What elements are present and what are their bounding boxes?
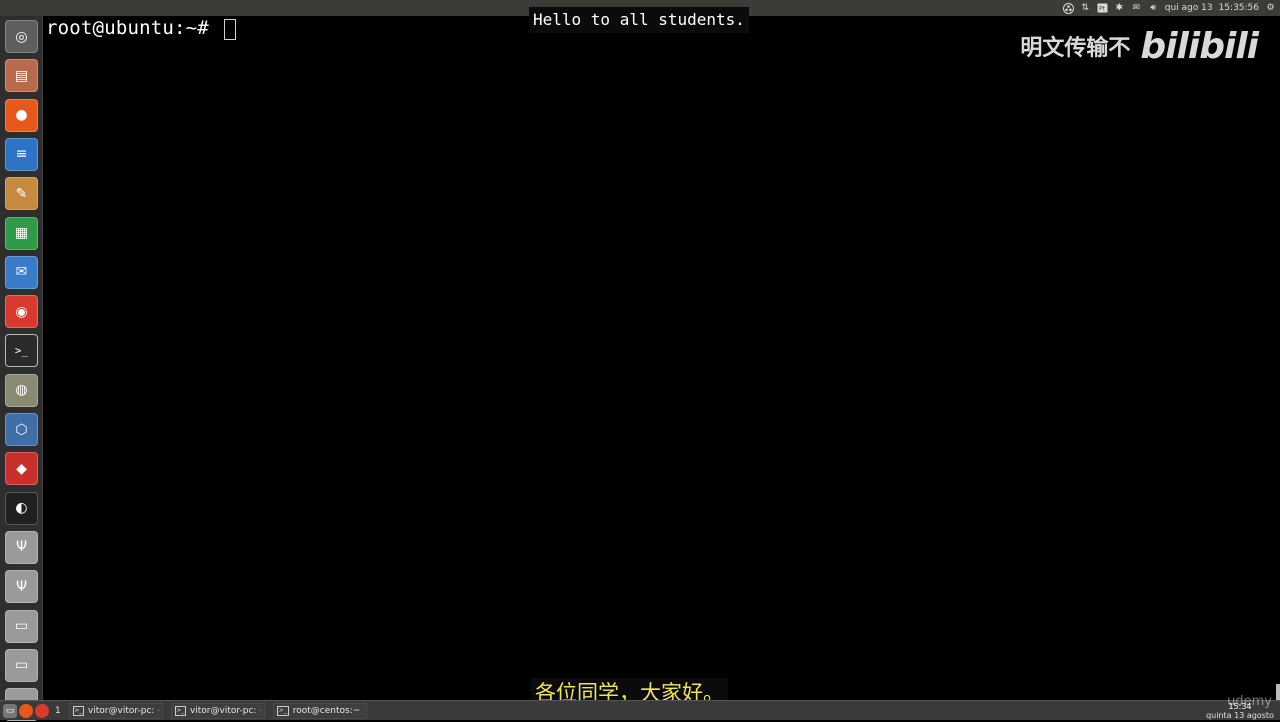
camera-app-icon: ◍ (5, 373, 38, 407)
launcher-item-calc-spreadsheet[interactable]: ▦ (4, 216, 39, 251)
terminal-icon: >_ (72, 705, 84, 716)
quick-launch: ▭ (3, 703, 51, 718)
kali-64-icon: ◆ (5, 452, 38, 486)
launcher-item-usb-drive[interactable]: Ψ (4, 530, 39, 565)
workspace-indicator[interactable]: 1 (55, 706, 61, 716)
mail-icon[interactable]: ✉ (1131, 3, 1142, 14)
files-cabinet-icon: ▤ (5, 59, 38, 93)
panel-clock[interactable]: 15:35:56 (1219, 0, 1259, 16)
taskbar-item-terminal[interactable]: >_ vitor@vitor-pc: ~ (170, 702, 265, 719)
terminal-prompt: root@ubuntu:~# (46, 17, 221, 39)
launcher-item-terminal[interactable]: >_ (4, 333, 39, 368)
scrollbar-handle[interactable] (1276, 684, 1280, 700)
taskbar-item-terminal[interactable]: >_ root@centos:~ (272, 702, 367, 719)
obs-indicator-icon[interactable] (1062, 2, 1074, 14)
terminal-icon: >_ (5, 334, 38, 368)
launcher-item-camera-app[interactable]: ◍ (4, 373, 39, 408)
taskbar-item-label: vitor@vitor-pc: ~ (87, 705, 159, 716)
terminal-cursor (224, 19, 236, 40)
network-updown-icon[interactable]: ⇅ (1080, 3, 1091, 14)
keyboard-layout-icon[interactable]: Pt (1097, 3, 1108, 14)
taskbar-item-label: vitor@vitor-pc: ~ (189, 705, 261, 716)
terminal-window[interactable]: root@ubuntu:~# (43, 16, 1280, 700)
obs-studio-icon: ◐ (5, 491, 38, 525)
bottom-taskbar: ▭ 1 >_ vitor@vitor-pc: ~ >_ vitor@vitor-… (0, 700, 1280, 720)
watermark-text: 明文传输不 (1020, 36, 1131, 61)
launcher-item-writer-document[interactable]: ≡ (4, 137, 39, 172)
terminal-icon: >_ (276, 705, 289, 716)
firefox-icon: ● (5, 98, 38, 132)
disk-drive-icon: ▭ (5, 648, 38, 682)
thunderbird-mail-icon: ✉ (5, 255, 38, 289)
ubuntu-dash-icon: ◎ (5, 20, 38, 53)
bluetooth-icon[interactable]: ✱ (1114, 3, 1125, 14)
launcher-item-usb-drive[interactable]: Ψ (4, 569, 39, 604)
usb-drive-icon: Ψ (5, 570, 38, 604)
taskbar-item-label: root@centos:~ (292, 705, 361, 716)
launcher-item-kali-64[interactable]: ◆ (4, 451, 39, 486)
firefox-icon[interactable] (19, 703, 33, 718)
launcher-item-thunderbird-mail[interactable]: ✉ (4, 255, 39, 290)
chrome-icon: ◉ (5, 295, 38, 329)
launcher-item-firefox[interactable]: ● (4, 98, 39, 133)
launcher-item-disk-drive[interactable]: ▭ (4, 609, 39, 644)
disk-drive-icon: ▭ (5, 609, 38, 643)
show-desktop-icon[interactable]: ▭ (3, 703, 17, 718)
launcher-item-text-editor[interactable]: ✎ (4, 176, 39, 211)
panel-date[interactable]: qui ago 13 (1165, 0, 1213, 16)
watermark: 明文传输不 bilibili (1020, 22, 1259, 70)
launcher: ◎ ▤ ● ≡ ✎ ▦ ✉ ◉ >_ ◍ ⬡ ◆ ◐ ΨΨ ▭ ▭ ▭ (0, 16, 43, 722)
calc-spreadsheet-icon: ▦ (5, 216, 38, 250)
subtitle-english: Hello to all students. (529, 7, 749, 33)
launcher-item-chrome[interactable]: ◉ (4, 294, 39, 329)
text-editor-icon: ✎ (5, 177, 38, 211)
bilibili-logo: bilibili (1140, 25, 1259, 67)
terminal-icon: >_ (174, 705, 186, 716)
volume-icon[interactable]: 🔊︎ (1148, 3, 1159, 14)
launcher-item-obs-studio[interactable]: ◐ (4, 491, 39, 526)
taskbar-item-terminal[interactable]: >_ vitor@vitor-pc: ~ (68, 702, 163, 719)
launcher-item-virtualbox[interactable]: ⬡ (4, 412, 39, 447)
launcher-item-ubuntu-dash[interactable]: ◎ (4, 19, 39, 54)
taskbar-clock-date: quinta 13 agosto (1206, 711, 1274, 720)
svg-text:Pt: Pt (1099, 6, 1106, 13)
virtualbox-icon: ⬡ (5, 413, 38, 446)
chrome-icon[interactable] (35, 703, 49, 718)
system-gear-icon[interactable]: ⚙ (1265, 3, 1276, 14)
launcher-item-files-cabinet[interactable]: ▤ (4, 58, 39, 93)
usb-drive-icon: Ψ (5, 530, 38, 564)
udemy-watermark: udemy (1227, 694, 1272, 709)
launcher-item-disk-drive[interactable]: ▭ (4, 648, 39, 683)
writer-document-icon: ≡ (5, 137, 38, 171)
